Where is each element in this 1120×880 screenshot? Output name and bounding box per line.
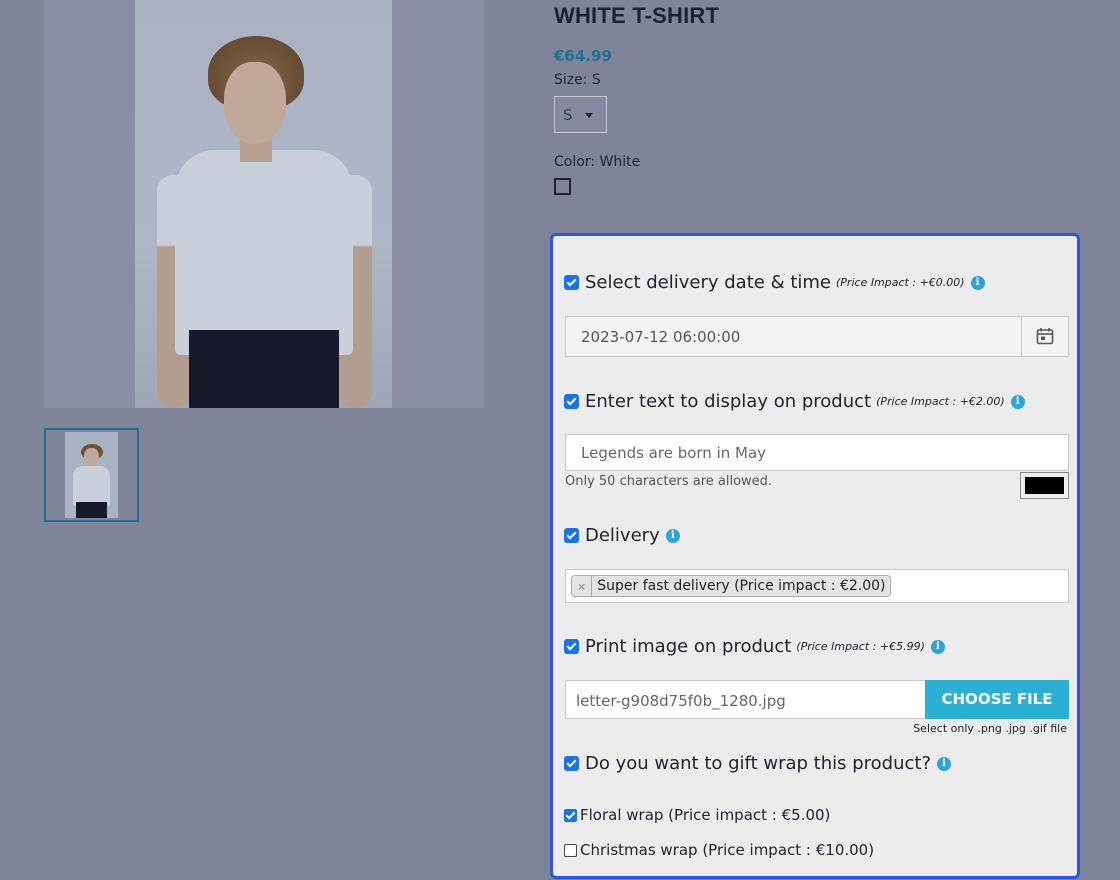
print-image-checkbox[interactable]: [564, 639, 579, 654]
floral-wrap-checkbox[interactable]: [564, 808, 577, 822]
color-label: Color: White: [554, 154, 641, 170]
info-icon[interactable]: i: [937, 756, 951, 771]
product-main-image-container: [44, 0, 484, 408]
delivery-datetime-impact: (Price Impact : +€0.00): [836, 276, 965, 289]
custom-text-hint: Only 50 characters are allowed.: [565, 474, 773, 489]
custom-text-input[interactable]: Legends are born in May: [565, 434, 1069, 471]
delivery-datetime-label: Select delivery date & time: [585, 272, 831, 293]
print-image-hint: Select only .png .jpg .gif file: [913, 722, 1067, 735]
option-print-image-header: Print image on product (Price Impact : +…: [564, 636, 945, 657]
text-color-swatch: [1025, 477, 1064, 494]
info-icon[interactable]: i: [930, 639, 945, 654]
custom-text-label: Enter text to display on product: [585, 391, 872, 412]
print-image-label: Print image on product: [585, 636, 792, 657]
color-swatch-white[interactable]: [554, 178, 571, 195]
option-custom-text-header: Enter text to display on product (Price …: [564, 391, 1025, 412]
delivery-select[interactable]: × Super fast delivery (Price impact : €2…: [565, 569, 1069, 603]
info-icon[interactable]: i: [1010, 394, 1025, 409]
product-main-photo[interactable]: [135, 0, 392, 408]
delivery-datetime-input[interactable]: 2023-07-12 06:00:00: [565, 316, 1069, 357]
size-label: Size: S: [554, 72, 601, 88]
photo-shirt: [175, 150, 353, 355]
delivery-label: Delivery: [585, 525, 660, 546]
print-image-impact: (Price Impact : +€5.99): [796, 640, 925, 653]
thumbnail-photo: [65, 432, 118, 518]
gift-wrap-checkbox[interactable]: [564, 756, 579, 771]
delivery-datetime-value: 2023-07-12 06:00:00: [581, 328, 741, 346]
remove-tag-icon[interactable]: ×: [572, 576, 593, 596]
caret-down-icon: [585, 113, 593, 118]
gift-wrap-label: Do you want to gift wrap this product?: [585, 753, 931, 774]
christmas-wrap-checkbox[interactable]: [564, 843, 577, 857]
print-image-file-input[interactable]: letter-g908d75f0b_1280.jpg CHOOSE FILE: [565, 680, 1069, 719]
custom-text-checkbox[interactable]: [564, 394, 579, 409]
thumb-shirt: [73, 466, 110, 506]
thumb-face: [84, 448, 99, 466]
product-price: €64.99: [554, 47, 612, 65]
option-gift-wrap-header: Do you want to gift wrap this product? i: [564, 753, 951, 774]
print-image-file-name: letter-g908d75f0b_1280.jpg: [576, 692, 786, 710]
thumb-pants: [76, 502, 107, 518]
delivery-selected-tag: × Super fast delivery (Price impact : €2…: [571, 575, 891, 597]
gift-wrap-option-christmas[interactable]: Christmas wrap (Price impact : €10.00): [564, 841, 874, 859]
choose-file-button[interactable]: CHOOSE FILE: [925, 680, 1069, 719]
text-color-picker[interactable]: [1020, 472, 1069, 499]
customization-panel: Select delivery date & time (Price Impac…: [550, 233, 1080, 879]
product-thumbnail[interactable]: [44, 428, 139, 522]
floral-wrap-label: Floral wrap (Price impact : €5.00): [580, 806, 831, 824]
option-delivery-datetime-header: Select delivery date & time (Price Impac…: [564, 272, 985, 293]
info-icon[interactable]: i: [665, 528, 680, 543]
size-select[interactable]: S: [554, 96, 607, 133]
delivery-checkbox[interactable]: [564, 528, 579, 543]
info-icon[interactable]: i: [970, 275, 985, 290]
calendar-button[interactable]: [1021, 317, 1068, 356]
size-select-value: S: [563, 106, 573, 124]
custom-text-value: Legends are born in May: [581, 444, 767, 462]
delivery-tag-label: Super fast delivery (Price impact : €2.0…: [597, 578, 886, 594]
product-title: WHITE T-SHIRT: [554, 3, 720, 28]
gift-wrap-option-floral[interactable]: Floral wrap (Price impact : €5.00): [564, 806, 830, 824]
calendar-icon: [1036, 328, 1054, 345]
option-delivery-header: Delivery i: [564, 525, 680, 546]
photo-face: [224, 62, 286, 144]
custom-text-impact: (Price Impact : +€2.00): [876, 395, 1005, 408]
delivery-datetime-checkbox[interactable]: [564, 275, 579, 290]
christmas-wrap-label: Christmas wrap (Price impact : €10.00): [580, 841, 875, 859]
photo-pants: [189, 330, 339, 408]
